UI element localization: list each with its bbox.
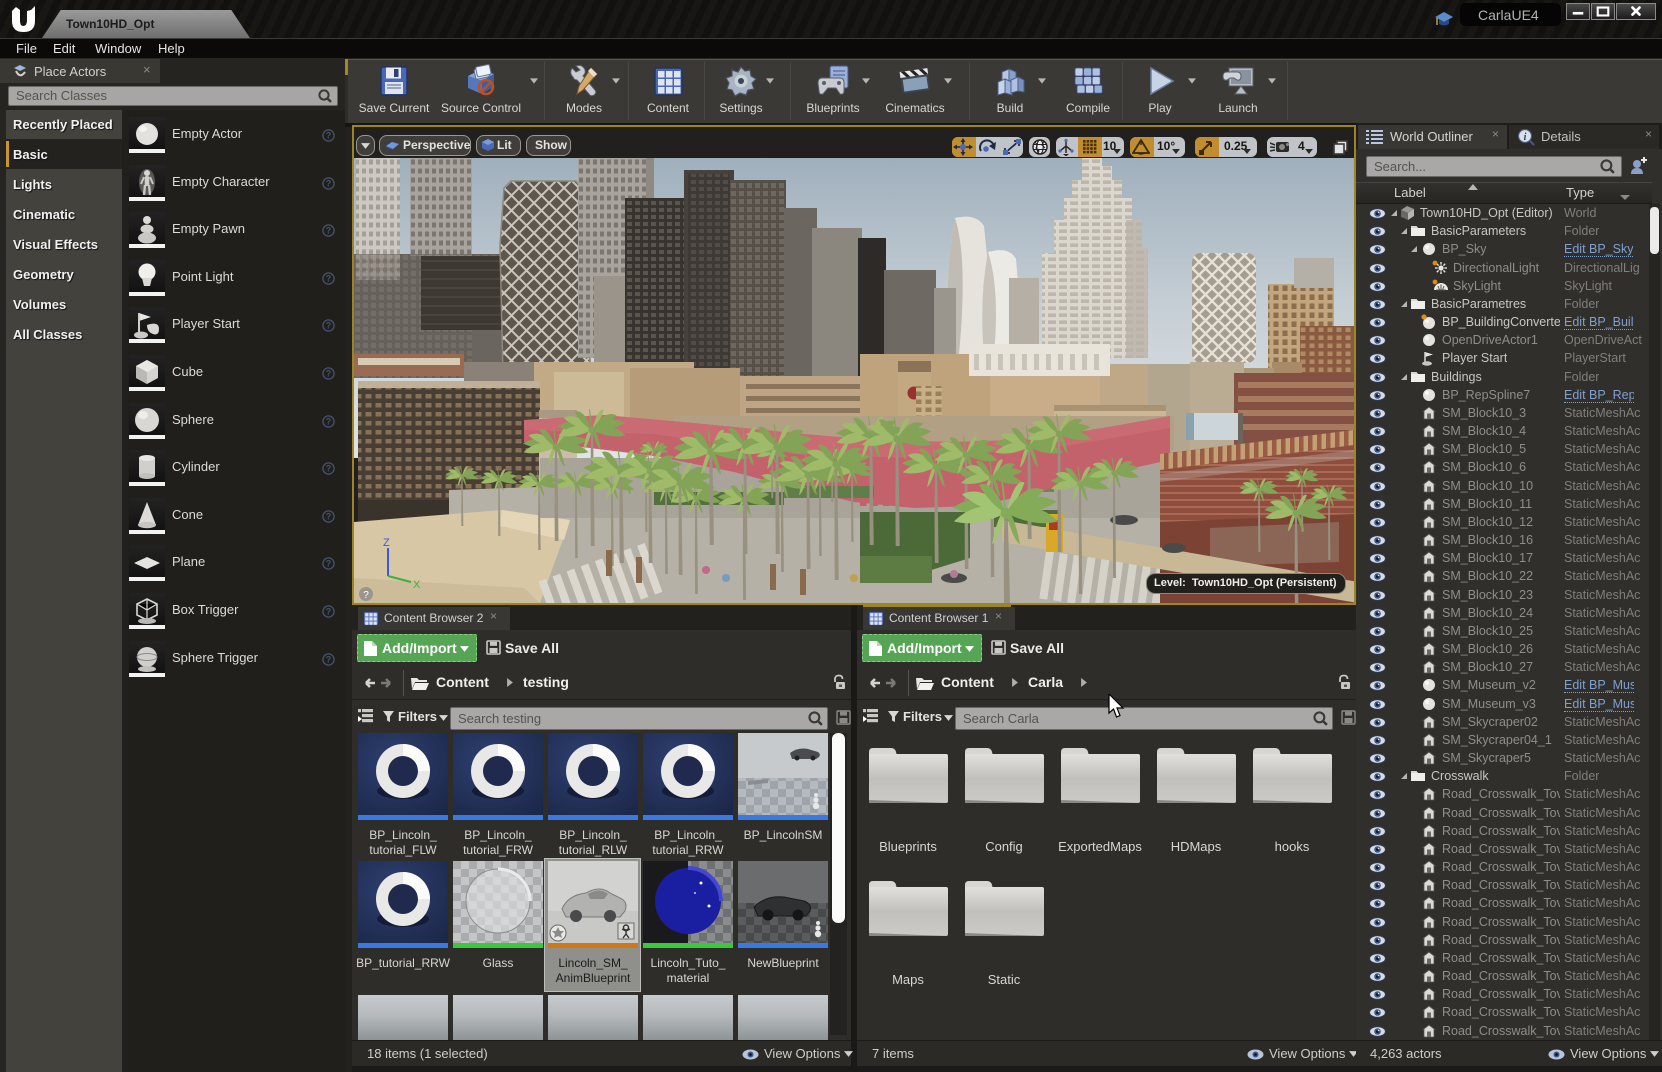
svg-text:?: ? xyxy=(326,226,332,236)
svg-text:Z: Z xyxy=(383,537,390,549)
svg-text:?: ? xyxy=(326,655,332,665)
svg-text:?: ? xyxy=(326,464,332,474)
svg-text:?: ? xyxy=(326,559,332,569)
svg-text:?: ? xyxy=(326,417,332,427)
svg-text:?: ? xyxy=(326,179,332,189)
svg-text:X: X xyxy=(413,579,421,591)
svg-text:?: ? xyxy=(326,274,332,284)
svg-text:i: i xyxy=(1524,132,1527,143)
svg-text:?: ? xyxy=(326,512,332,522)
svg-text:?: ? xyxy=(326,131,332,141)
svg-text:?: ? xyxy=(363,590,369,601)
svg-text:?: ? xyxy=(326,321,332,331)
svg-text:?: ? xyxy=(326,607,332,617)
svg-text:?: ? xyxy=(326,369,332,379)
